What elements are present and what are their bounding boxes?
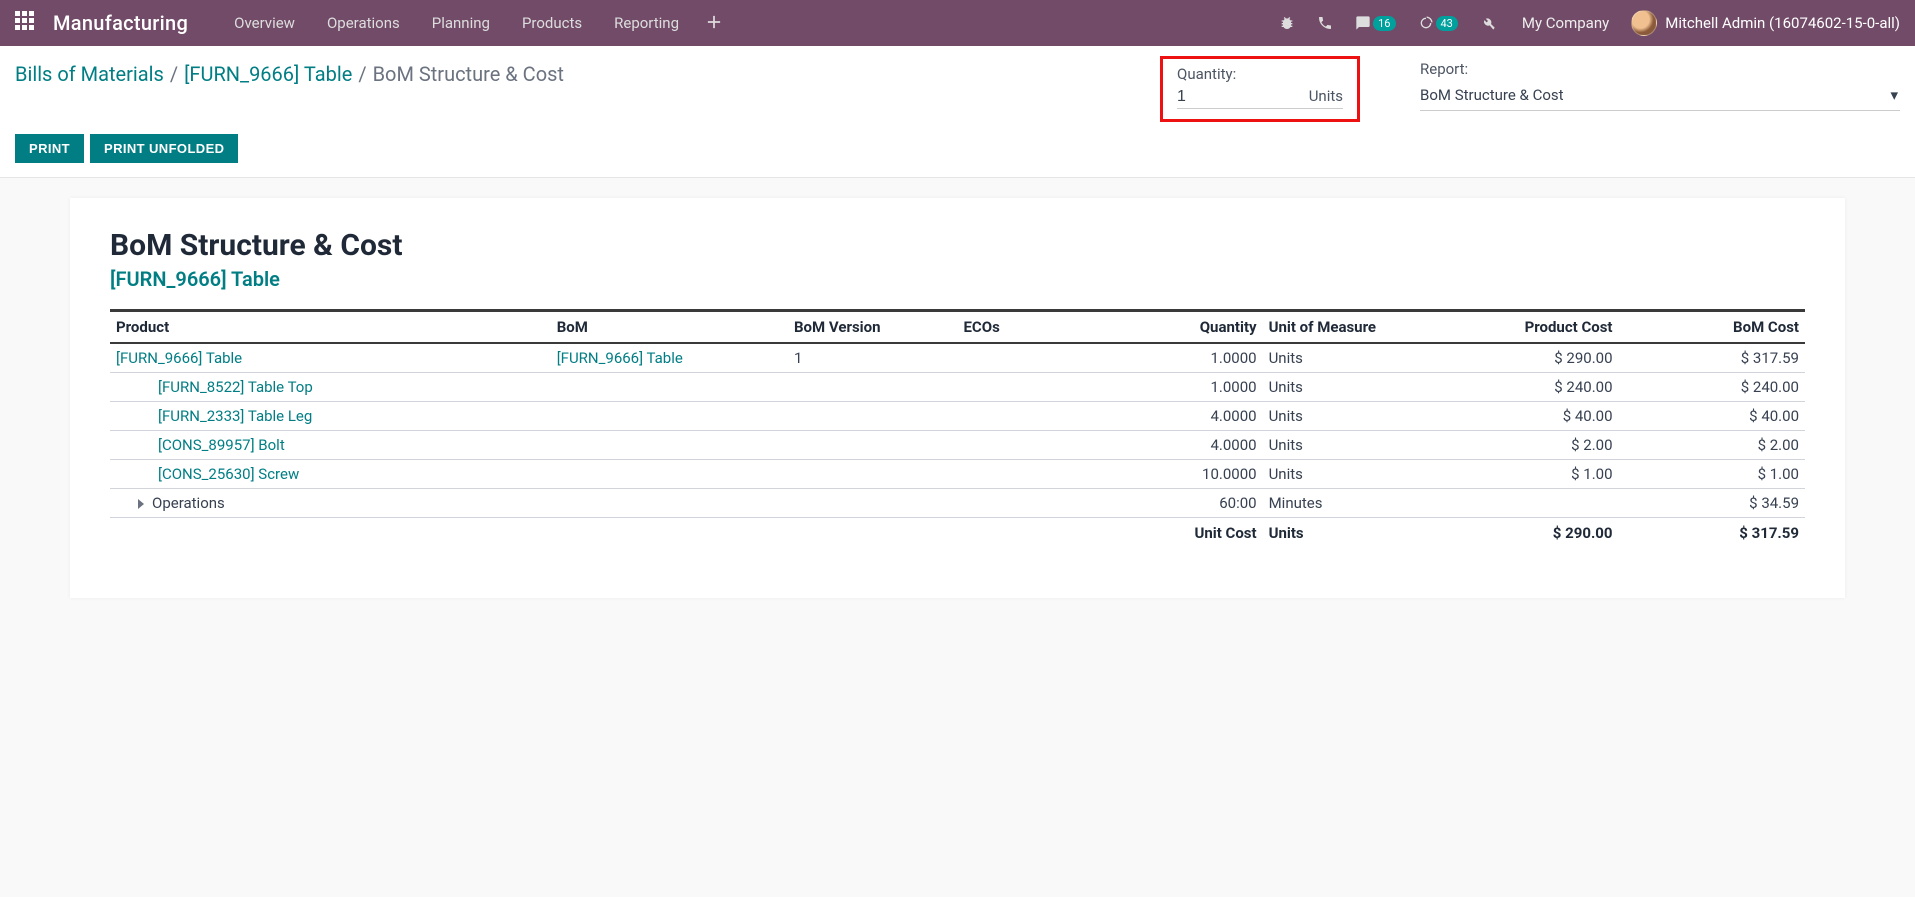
tools-icon[interactable] [1476, 11, 1500, 35]
col-product-cost: Product Cost [1432, 311, 1618, 344]
cell-bom-cost: $ 2.00 [1619, 431, 1805, 460]
table-row: [CONS_89957] Bolt 4.0000 Units $ 2.00 $ … [110, 431, 1805, 460]
col-quantity: Quantity [1093, 311, 1263, 344]
caret-right-icon [138, 499, 144, 509]
cell-uom: Units [1263, 402, 1433, 431]
quantity-group: Quantity: Units [1160, 56, 1360, 122]
add-menu-icon[interactable] [695, 2, 733, 45]
cell-uom: Minutes [1263, 489, 1433, 518]
apps-icon[interactable] [15, 11, 39, 35]
report-subtitle: [FURN_9666] Table [110, 267, 1805, 291]
report-select-value: BoM Structure & Cost [1420, 86, 1564, 104]
menu-reporting[interactable]: Reporting [598, 2, 695, 44]
cell-product-cost: $ 40.00 [1432, 402, 1618, 431]
cell-bom-cost: $ 34.59 [1619, 489, 1805, 518]
cell-uom: Units [1263, 373, 1433, 402]
footer-bom-cost: $ 317.59 [1619, 518, 1805, 549]
cell-qty: 10.0000 [1093, 460, 1263, 489]
cell-product-cost: $ 1.00 [1432, 460, 1618, 489]
cell-version: 1 [788, 343, 958, 373]
user-name: Mitchell Admin (16074602-15-0-all) [1665, 14, 1900, 32]
table-row: [FURN_2333] Table Leg 4.0000 Units $ 40.… [110, 402, 1805, 431]
quantity-input[interactable] [1177, 88, 1237, 106]
avatar [1631, 10, 1657, 36]
cell-bom-cost: $ 240.00 [1619, 373, 1805, 402]
chevron-down-icon: ▾ [1890, 86, 1898, 104]
cell-qty: 4.0000 [1093, 431, 1263, 460]
product-link[interactable]: [FURN_2333] Table Leg [158, 407, 312, 425]
product-link[interactable]: [CONS_89957] Bolt [158, 436, 285, 454]
bom-table: Product BoM BoM Version ECOs Quantity Un… [110, 309, 1805, 548]
cell-ecos [957, 373, 1093, 402]
app-brand[interactable]: Manufacturing [53, 11, 188, 35]
col-bom-version: BoM Version [788, 311, 958, 344]
product-link[interactable]: [CONS_25630] Screw [158, 465, 299, 483]
menu-overview[interactable]: Overview [218, 2, 311, 44]
footer-label: Unit Cost [1093, 518, 1263, 549]
table-row: [FURN_9666] Table [FURN_9666] Table 1 1.… [110, 343, 1805, 373]
chat-icon[interactable]: 16 [1351, 11, 1399, 35]
menu-planning[interactable]: Planning [416, 2, 506, 44]
cell-product-cost: $ 240.00 [1432, 373, 1618, 402]
company-switcher[interactable]: My Company [1514, 14, 1617, 32]
cell-qty: 4.0000 [1093, 402, 1263, 431]
table-row: [CONS_25630] Screw 10.0000 Units $ 1.00 … [110, 460, 1805, 489]
topbar: Manufacturing Overview Operations Planni… [0, 0, 1915, 46]
print-button[interactable]: PRINT [15, 134, 84, 163]
report-card: BoM Structure & Cost [FURN_9666] Table P… [70, 198, 1845, 598]
cell-ecos [957, 343, 1093, 373]
report-label: Report: [1420, 60, 1900, 78]
col-product: Product [110, 311, 551, 344]
col-bom: BoM [551, 311, 788, 344]
control-panel: Bills of Materials / [FURN_9666] Table /… [0, 46, 1915, 178]
cell-bom-cost: $ 1.00 [1619, 460, 1805, 489]
col-uom: Unit of Measure [1263, 311, 1433, 344]
cell-bom-cost: $ 317.59 [1619, 343, 1805, 373]
report-title: BoM Structure & Cost [110, 228, 1805, 263]
breadcrumb-current: BoM Structure & Cost [373, 62, 564, 86]
bug-icon[interactable] [1275, 11, 1299, 35]
activity-badge: 43 [1436, 16, 1458, 31]
cell-uom: Units [1263, 460, 1433, 489]
breadcrumb-sep: / [170, 62, 178, 86]
cell-version [788, 373, 958, 402]
footer-uom: Units [1263, 518, 1433, 549]
operations-label: Operations [152, 494, 225, 512]
quantity-label: Quantity: [1177, 65, 1343, 83]
chat-badge: 16 [1373, 16, 1395, 31]
breadcrumb-root[interactable]: Bills of Materials [15, 62, 164, 86]
bom-link[interactable]: [FURN_9666] Table [557, 349, 683, 367]
menu-products[interactable]: Products [506, 2, 598, 44]
activity-icon[interactable]: 43 [1414, 11, 1462, 35]
footer-row: Unit Cost Units $ 290.00 $ 317.59 [110, 518, 1805, 549]
cell-product-cost: $ 2.00 [1432, 431, 1618, 460]
breadcrumb-product[interactable]: [FURN_9666] Table [184, 62, 352, 86]
report-select[interactable]: BoM Structure & Cost ▾ [1420, 82, 1900, 111]
cell-uom: Units [1263, 431, 1433, 460]
table-row: [FURN_8522] Table Top 1.0000 Units $ 240… [110, 373, 1805, 402]
quantity-unit: Units [1309, 87, 1343, 105]
operations-row[interactable]: Operations 60:00 Minutes $ 34.59 [110, 489, 1805, 518]
breadcrumb: Bills of Materials / [FURN_9666] Table /… [15, 56, 564, 86]
cell-qty: 60:00 [1093, 489, 1263, 518]
cell-qty: 1.0000 [1093, 343, 1263, 373]
phone-icon[interactable] [1313, 11, 1337, 35]
menu-operations[interactable]: Operations [311, 2, 416, 44]
cell-bom [551, 373, 788, 402]
report-group: Report: BoM Structure & Cost ▾ [1420, 56, 1900, 111]
breadcrumb-sep: / [358, 62, 366, 86]
product-link[interactable]: [FURN_9666] Table [116, 349, 242, 367]
user-menu[interactable]: Mitchell Admin (16074602-15-0-all) [1631, 10, 1900, 36]
main-menu: Overview Operations Planning Products Re… [218, 2, 695, 44]
col-ecos: ECOs [957, 311, 1093, 344]
cell-product-cost: $ 290.00 [1432, 343, 1618, 373]
cell-uom: Units [1263, 343, 1433, 373]
cell-qty: 1.0000 [1093, 373, 1263, 402]
print-unfolded-button[interactable]: PRINT UNFOLDED [90, 134, 238, 163]
product-link[interactable]: [FURN_8522] Table Top [158, 378, 313, 396]
footer-product-cost: $ 290.00 [1432, 518, 1618, 549]
col-bom-cost: BoM Cost [1619, 311, 1805, 344]
cell-bom-cost: $ 40.00 [1619, 402, 1805, 431]
